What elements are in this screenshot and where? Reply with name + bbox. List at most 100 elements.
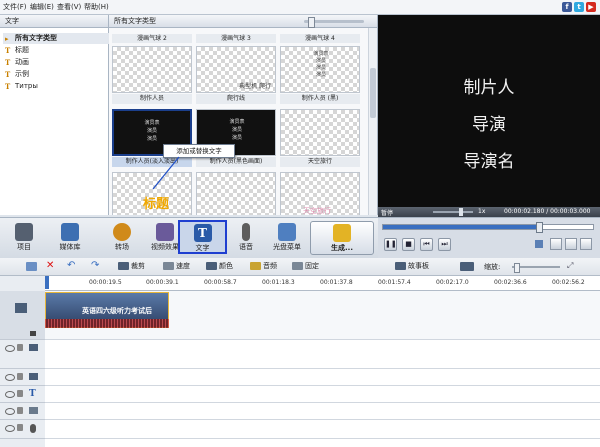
template-crawl[interactable]: 典型机 爬行 爬行线 <box>196 46 276 104</box>
audio-icon <box>250 262 261 270</box>
media-library-button[interactable]: 媒体库 <box>51 221 89 255</box>
stabilize-icon <box>292 262 303 270</box>
detach-button[interactable] <box>580 238 592 250</box>
menu-file[interactable]: 文件(F) <box>3 2 27 12</box>
pause-icon: ❚❚ <box>385 240 397 248</box>
eye-icon[interactable] <box>5 391 15 398</box>
time-display: 00:00:02.180 / 00:00:03.000 <box>504 208 591 215</box>
microphone-icon <box>242 223 250 241</box>
overlay-track-icon <box>29 373 38 380</box>
twitter-icon[interactable]: t <box>574 2 584 12</box>
crop-button[interactable]: 裁剪 <box>118 262 145 271</box>
stabilize-button[interactable]: 固定 <box>292 262 319 271</box>
template-credits[interactable]: 制作人员 <box>112 46 192 104</box>
text-type-icon: T <box>5 70 11 79</box>
menu-view[interactable]: 查看(V) <box>57 2 81 12</box>
category-examples[interactable]: T 示例 <box>3 69 29 80</box>
facebook-icon[interactable]: f <box>562 2 572 12</box>
lock-icon[interactable] <box>17 373 23 380</box>
lock-icon[interactable] <box>17 390 23 397</box>
playhead[interactable] <box>45 276 49 289</box>
audio-waveform[interactable] <box>45 319 169 328</box>
youtube-icon[interactable]: ▶ <box>586 2 596 12</box>
template-sky-journey[interactable]: 天空旅行 <box>280 109 360 167</box>
eye-icon[interactable] <box>5 408 15 415</box>
menu-help[interactable]: 帮助(H) <box>84 2 109 12</box>
eye-icon[interactable] <box>5 374 15 381</box>
fit-timeline-icon[interactable]: ⤢ <box>567 261 573 271</box>
disc-menu-button[interactable]: 光盘菜单 <box>266 221 308 255</box>
fullscreen-button[interactable] <box>565 238 577 250</box>
video-track-icon[interactable] <box>15 303 27 313</box>
category-animation[interactable]: T 动画 <box>3 57 29 68</box>
scissors-icon[interactable] <box>26 262 37 271</box>
audio-toggle-icon[interactable] <box>30 331 36 336</box>
template-preview: 天空旅行 <box>280 172 360 215</box>
prev-frame-button[interactable]: ⏮ <box>420 238 433 251</box>
text-icon: T <box>193 224 212 242</box>
storyboard-button[interactable]: 故事板 <box>395 262 429 271</box>
template-comic-balloon-4[interactable]: 漫画气球 4 <box>280 34 360 43</box>
crop-icon <box>118 262 129 270</box>
timeline-ruler[interactable]: 00:00:19.5 00:00:39.1 00:00:58.7 00:01:1… <box>45 276 600 291</box>
eye-icon[interactable] <box>5 425 15 432</box>
pause-button[interactable]: ❚❚ <box>384 238 397 251</box>
volume-icon[interactable] <box>535 240 543 248</box>
lock-icon[interactable] <box>17 407 23 414</box>
category-titry[interactable]: T Титры <box>3 81 38 92</box>
color-button[interactable]: 颜色 <box>206 262 233 271</box>
template-preview <box>112 46 192 93</box>
audio-button[interactable]: 音频 <box>250 262 277 271</box>
zoom-slider[interactable] <box>512 263 560 273</box>
disc-menu-icon <box>278 223 296 241</box>
video-track: 英语四六级听力考试后 <box>45 291 600 340</box>
category-titles[interactable]: T 标题 <box>3 45 29 56</box>
template-credits-black[interactable]: 演员表 演员 演员 演员 制作人员 (黑) <box>280 46 360 104</box>
gallery-scrollbar[interactable] <box>368 28 377 215</box>
template-blank[interactable] <box>196 172 276 215</box>
lock-icon[interactable] <box>17 344 23 351</box>
template-sky-pink[interactable]: 天空旅行 <box>280 172 360 215</box>
category-panel-title: 文字 <box>0 15 108 28</box>
produce-icon <box>333 224 351 242</box>
speed-slider[interactable] <box>433 208 473 216</box>
redo-icon[interactable]: ↷ <box>91 260 99 272</box>
template-preview <box>196 172 276 215</box>
effect-track-icon <box>29 344 38 351</box>
stop-button[interactable]: ■ <box>402 238 415 251</box>
eye-icon[interactable] <box>5 345 15 352</box>
menu-edit[interactable]: 编辑(E) <box>30 2 54 12</box>
voice-button[interactable]: 语音 <box>227 221 265 255</box>
speed-button[interactable]: 速度 <box>163 262 190 271</box>
template-credits-black-screen[interactable]: 演员表 演员 演员 制作人员(黑色画面) <box>196 109 276 167</box>
text-track-header: T <box>0 386 45 403</box>
thumbnail-size-slider[interactable] <box>304 17 364 28</box>
lock-icon[interactable] <box>17 424 23 431</box>
monitor-icon[interactable] <box>460 262 474 271</box>
next-frame-button[interactable]: ⏭ <box>438 238 451 251</box>
speed-icon <box>163 262 174 270</box>
template-preview: 演员表 演员 演员 演员 <box>280 46 360 93</box>
template-preview: 典型机 爬行 <box>196 46 276 93</box>
transitions-button[interactable]: 转场 <box>103 221 141 255</box>
fx-icon <box>156 223 174 241</box>
text-button[interactable]: T 文字 <box>178 220 227 254</box>
main-toolbar: 项目 媒体库 转场 视频效果 T 文字 语音 光盘菜单 生成... <box>0 217 378 259</box>
project-button[interactable]: 项目 <box>5 221 43 255</box>
produce-button[interactable]: 生成... <box>310 221 374 255</box>
template-comic-balloon-3[interactable]: 漫画气球 3 <box>196 34 276 43</box>
snapshot-button[interactable] <box>550 238 562 250</box>
delete-icon[interactable]: ✕ <box>46 260 54 272</box>
ruler-tick: 00:01:57.4 <box>378 279 411 286</box>
undo-icon[interactable]: ↶ <box>67 260 75 272</box>
drag-pointer-arrow <box>152 156 180 190</box>
effect-track-header <box>0 340 45 369</box>
preview-line-producer: 制片人 <box>463 78 515 98</box>
template-comic-balloon-2[interactable]: 漫画气球 2 <box>112 34 192 43</box>
audio-track-header <box>0 403 45 420</box>
stop-icon: ■ <box>405 240 412 248</box>
category-all[interactable]: ▸ 所有文字类型 <box>3 33 113 44</box>
preview-line-director-name: 导演名 <box>463 152 515 172</box>
seek-bar[interactable] <box>382 222 594 233</box>
ruler-tick: 00:02:17.0 <box>436 279 469 286</box>
